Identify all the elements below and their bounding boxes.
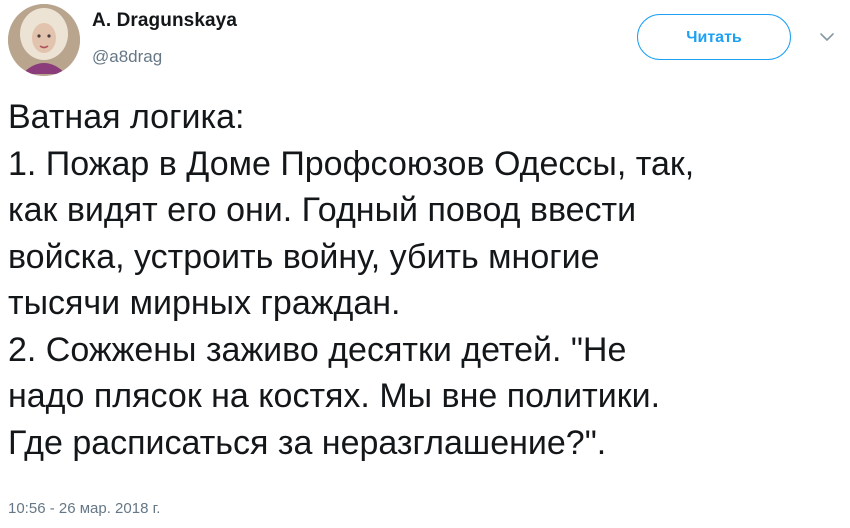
follow-button[interactable]: Читать [637,14,791,60]
more-options-button[interactable] [818,28,836,46]
author-handle[interactable]: @a8drag [92,47,162,67]
tweet-line: Ватная логика: [8,98,245,136]
tweet-line: тысячи мирных граждан. [8,284,401,322]
tweet-line: надо плясок на костях. Мы вне политики. [8,377,661,415]
tweet-line: Где расписаться за неразглашение?". [8,423,607,462]
tweet-line: 1. Пожар в Доме Профсоюзов Одессы, так, [8,144,695,183]
chevron-down-icon [820,33,834,41]
tweet-line: как видят его они. Годный повод ввести [8,191,637,229]
author-name[interactable]: A. Dragunskaya [92,10,237,32]
author-avatar[interactable] [8,4,80,76]
tweet-timestamp[interactable]: 10:56 - 26 мар. 2018 г. [8,500,160,517]
user-avatar-icon [8,4,80,76]
tweet-text: Ватная логика: 1. Пожар в Доме Профсоюзо… [8,94,846,466]
tweet-line: войска, устроить войну, убить многие [8,237,600,276]
tweet-line: 2. Сожжены заживо десятки детей. "Не [8,330,627,369]
